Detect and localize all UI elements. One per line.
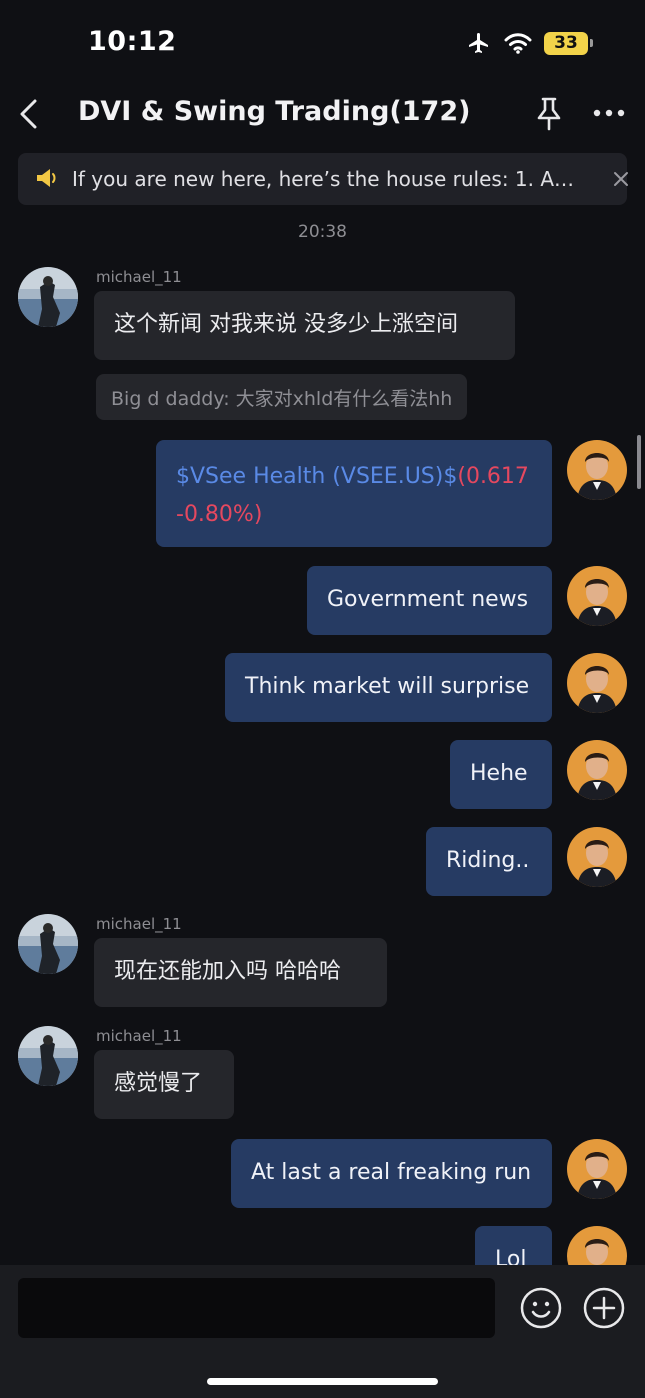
scroll-indicator[interactable] [637, 435, 641, 489]
message-bubble[interactable]: Think market will surprise [225, 653, 552, 722]
chevron-left-icon[interactable] [16, 97, 44, 131]
close-icon[interactable] [612, 170, 630, 188]
chat-title: DVI & Swing Trading(172) [78, 96, 471, 127]
stock-ticker-link[interactable]: $VSee Health (VSEE.US)$ [176, 464, 457, 489]
avatar[interactable] [567, 827, 627, 887]
stock-change: -0.80%) [176, 502, 263, 527]
avatar[interactable] [567, 653, 627, 713]
message-bubble[interactable]: 感觉慢了 [94, 1050, 234, 1119]
avatar[interactable] [567, 1226, 627, 1265]
avatar[interactable] [567, 440, 627, 500]
message-input[interactable] [18, 1278, 495, 1338]
sender-name: michael_11 [96, 915, 182, 933]
sender-name: michael_11 [96, 268, 182, 286]
message-bubble[interactable]: Government news [307, 566, 552, 635]
plus-icon[interactable] [583, 1287, 625, 1329]
avatar[interactable] [567, 566, 627, 626]
avatar[interactable] [18, 267, 78, 327]
more-icon[interactable] [592, 106, 626, 120]
avatar[interactable] [567, 740, 627, 800]
message-bubble[interactable]: 这个新闻 对我来说 没多少上涨空间 [94, 291, 515, 360]
message-bubble[interactable]: Riding.. [426, 827, 552, 896]
home-indicator[interactable] [207, 1378, 438, 1385]
stock-price: (0.617 [457, 464, 529, 489]
timestamp: 20:38 [298, 222, 347, 242]
emoji-icon[interactable] [520, 1287, 562, 1329]
megaphone-icon [37, 169, 56, 187]
quoted-reply[interactable]: Big d daddy: 大家对xhld有什么看法hh [96, 374, 468, 420]
message-bubble[interactable]: Lol [475, 1226, 552, 1265]
message-bubble[interactable]: At last a real freaking run [231, 1139, 552, 1208]
composer-bar [0, 1265, 645, 1398]
avatar[interactable] [567, 1139, 627, 1199]
pinned-notice[interactable]: If you are new here, here’s the house ru… [18, 153, 630, 205]
message-bubble[interactable]: 现在还能加入吗 哈哈哈 [94, 938, 387, 1007]
avatar[interactable] [18, 914, 78, 974]
notice-text: If you are new here, here’s the house ru… [72, 167, 582, 191]
message-bubble[interactable]: Hehe [450, 740, 552, 809]
sender-name: michael_11 [96, 1027, 182, 1045]
stock-message-bubble[interactable]: $VSee Health (VSEE.US)$(0.617 -0.80%) [156, 440, 552, 547]
avatar[interactable] [18, 1026, 78, 1086]
nav-bar: DVI & Swing Trading(172) [0, 84, 645, 146]
pin-icon[interactable] [533, 96, 565, 132]
